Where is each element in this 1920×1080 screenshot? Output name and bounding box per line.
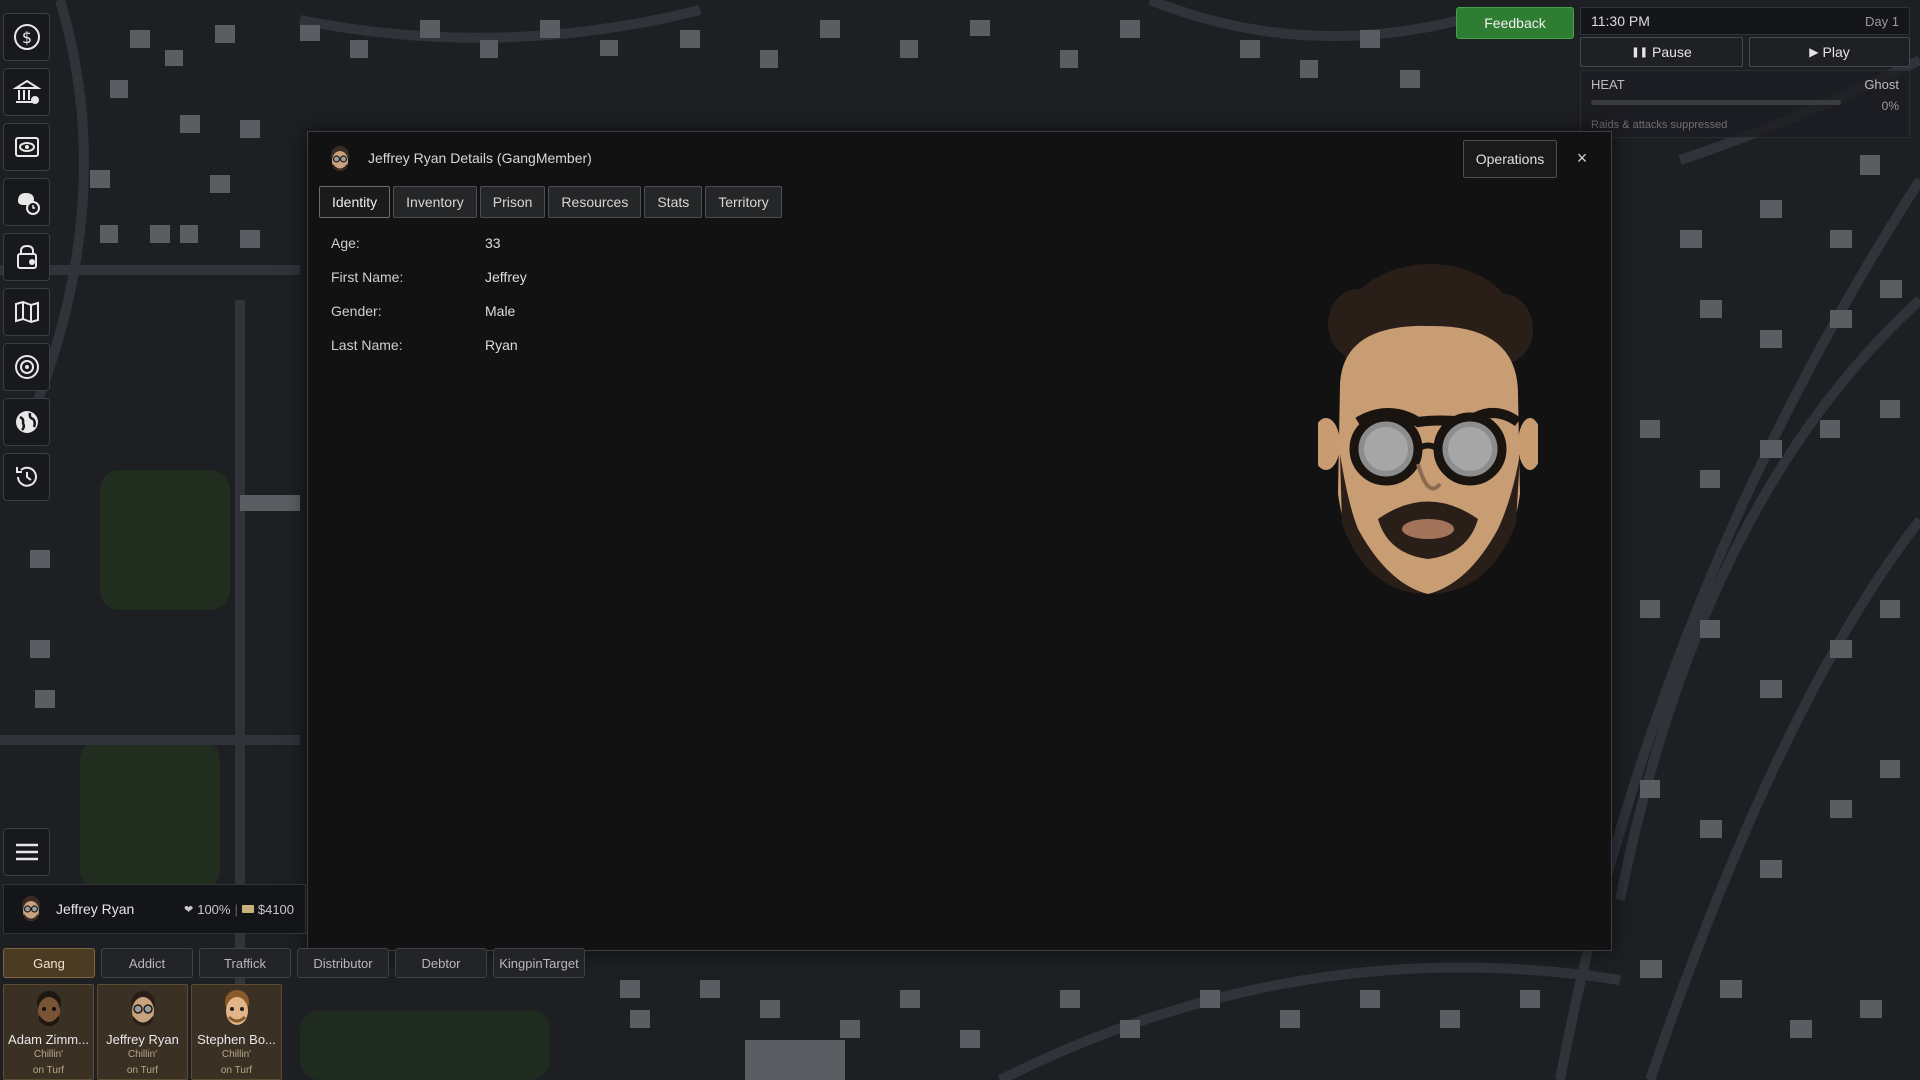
bank-button[interactable] [3,68,50,116]
roster-filter-tabs: Gang Addict Traffick Distributor Debtor … [3,948,585,978]
operations-button[interactable]: Operations [1463,140,1557,178]
gang-roster: Adam Zimm... Chillin' on Turf Jeffrey Rya… [3,984,282,1080]
main-menu-button[interactable] [3,828,50,876]
filter-kingpin-target[interactable]: KingpinTarget [493,948,585,978]
member-details-dialog: Jeffrey Ryan Details (GangMember) Operat… [307,131,1612,951]
menu-icon [15,843,38,861]
globe-icon [15,411,38,433]
dialog-tabs: Identity Inventory Prison Resources Stat… [319,186,782,218]
world-button[interactable] [3,398,50,446]
clock-time: 11:30 PM [1591,13,1650,29]
close-icon: × [1576,147,1588,168]
heat-bar [1591,100,1841,105]
heat-panel: HEAT Ghost 0% Raids & attacks suppressed [1580,70,1910,138]
age-row: Age: 33 [331,226,527,260]
time-display: 11:30 PM Day 1 [1580,7,1910,35]
pause-label: Pause [1652,44,1692,60]
roster-status: Chillin' on Turf [126,1049,159,1076]
play-icon: ▶ [1809,45,1819,59]
filter-addict[interactable]: Addict [101,948,193,978]
first-name-row: First Name: Jeffrey [331,260,527,294]
feedback-button[interactable]: Feedback [1456,7,1574,39]
gender-row: Gender: Male [331,294,527,328]
map-icon [14,300,39,324]
roster-card[interactable]: Jeffrey Ryan Chillin' on Turf [97,984,188,1080]
age-label: Age: [331,235,360,251]
history-icon [15,466,37,487]
last-name-label: Last Name: [331,337,403,353]
character-portrait [1318,264,1538,594]
avatar [130,991,155,1026]
roster-status: Chillin' on Turf [32,1049,65,1076]
play-button[interactable]: ▶ Play [1749,37,1910,67]
roster-name: Jeffrey Ryan [106,1032,179,1047]
eye-icon [14,137,39,157]
roster-status: Chillin' on Turf [220,1049,253,1076]
roster-card[interactable]: Stephen Bo... Chillin' on Turf [191,984,282,1080]
heart-icon: ❤ [184,903,194,916]
gender-value: Male [485,303,516,319]
filter-gang[interactable]: Gang [3,948,95,978]
pause-icon: ❚❚ [1631,46,1649,58]
first-name-label: First Name: [331,269,404,285]
tab-identity[interactable]: Identity [319,186,391,218]
avatar [224,990,249,1025]
age-value: 33 [485,235,501,251]
tab-territory[interactable]: Territory [705,186,782,218]
surveillance-button[interactable] [3,123,50,171]
avatar [22,896,40,921]
planning-button[interactable] [3,178,50,226]
lock-user-icon [16,244,37,269]
filter-traffick[interactable]: Traffick [199,948,291,978]
filter-debtor[interactable]: Debtor [395,948,487,978]
roster-name: Adam Zimm... [8,1032,89,1047]
cash-value: $4100 [257,901,295,917]
avatar [36,991,61,1026]
roster-name: Stephen Bo... [197,1032,276,1047]
avatar [331,146,349,171]
pause-button[interactable]: ❚❚ Pause [1580,37,1743,67]
finance-button[interactable]: $ [3,13,50,61]
stat-separator: | [234,901,238,917]
last-name-value: Ryan [485,337,518,353]
selected-member-name: Jeffrey Ryan [56,901,135,917]
heat-note: Raids & attacks suppressed [1591,119,1728,131]
identity-fields: Age: 33 First Name: Jeffrey Gender: Male… [331,226,527,362]
security-button[interactable] [3,233,50,281]
heat-level: Ghost [1864,77,1899,92]
tab-resources[interactable]: Resources [548,186,642,218]
tab-stats[interactable]: Stats [644,186,703,218]
target-icon [14,355,39,379]
play-label: Play [1822,44,1850,60]
tab-prison[interactable]: Prison [479,186,546,218]
last-name-row: Last Name: Ryan [331,328,527,362]
bank-icon [12,79,41,104]
selected-member-bar[interactable]: Jeffrey Ryan ❤ 100% | $4100 [3,884,306,934]
day-counter: Day 1 [1865,13,1899,29]
first-name-value: Jeffrey [485,269,527,285]
brain-clock-icon [17,193,40,215]
dollar-icon: $ [13,24,40,50]
history-button[interactable] [3,453,50,501]
close-button[interactable]: × [1570,146,1594,170]
heat-label: HEAT [1591,77,1625,92]
gender-label: Gender: [331,303,382,319]
map-button[interactable] [3,288,50,336]
dialog-header: Jeffrey Ryan Details (GangMember) Operat… [308,132,1611,186]
heat-percent: 0% [1881,99,1899,113]
selected-member-stats: ❤ 100% | $4100 [184,902,294,917]
cash-icon [241,905,254,913]
roster-card[interactable]: Adam Zimm... Chillin' on Turf [3,984,94,1080]
svg-text:$: $ [21,28,31,47]
targets-button[interactable] [3,343,50,391]
tab-inventory[interactable]: Inventory [393,186,477,218]
filter-distributor[interactable]: Distributor [297,948,389,978]
health-value: 100% [197,901,231,917]
dialog-title: Jeffrey Ryan Details (GangMember) [368,150,592,166]
